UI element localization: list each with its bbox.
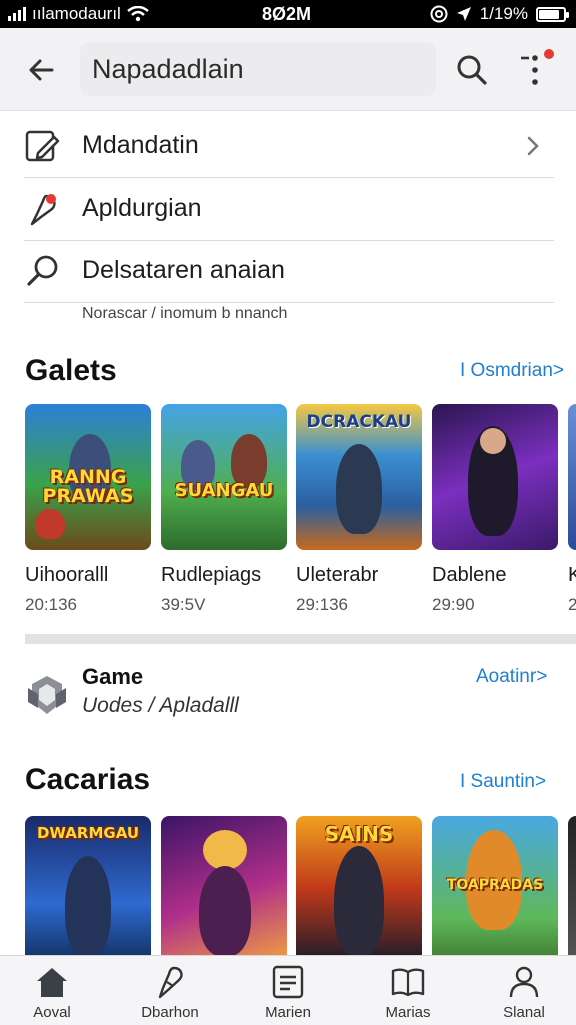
game-card-art: DWARMGAU (25, 816, 151, 962)
game-card[interactable] (161, 816, 287, 962)
game-card[interactable]: TOAPRADAS (432, 816, 558, 962)
nav-label: Slanal (503, 1004, 545, 1021)
game-card-art-title: RANNG PRAWAS (42, 466, 134, 507)
microphone-icon (158, 966, 183, 999)
menu-caption: Norascar / inomum b nnanch (82, 305, 288, 322)
section-link-galets[interactable]: I Osmdrian> (460, 360, 564, 382)
game-item-link[interactable]: Aoatinr> (476, 666, 547, 688)
search-icon[interactable] (454, 52, 490, 88)
menu-item-label: Apldurgian (82, 194, 202, 222)
game-card-art-title: TOAPRADAS (446, 877, 544, 893)
game-card-size: 39:5V (161, 595, 206, 614)
menu-item-mdandatin[interactable]: Mdandatin (24, 115, 554, 178)
game-card-art: DCRACKAU (296, 404, 422, 550)
game-card-size: 29:90 (432, 595, 475, 614)
nav-label: Aoval (33, 1004, 71, 1021)
game-item-title: Game (82, 664, 144, 689)
menu-item-label: Delsataren anaian (82, 256, 285, 284)
nav-label: Marien (265, 1004, 311, 1021)
person-icon (509, 966, 539, 998)
game-card[interactable]: RANNG PRAWAS Uihooralll 20:136 (25, 404, 151, 615)
pin-icon (30, 194, 56, 226)
nav-label: Dbarhon (141, 1004, 199, 1021)
game-card-art-title: SAINS (324, 822, 394, 846)
home-icon (37, 968, 67, 997)
location-arrow-icon (456, 7, 471, 21)
game-card-art (432, 404, 558, 550)
game-card-art: TOAPRADAS (432, 816, 558, 962)
battery-icon (536, 6, 569, 22)
notification-dot (544, 49, 554, 59)
game-card[interactable]: Dablene 29:90 (432, 404, 558, 615)
game-card[interactable]: K 2 (568, 404, 576, 615)
nav-item-dbarhon[interactable]: Dbarhon (120, 964, 220, 1021)
game-card-art (161, 816, 287, 962)
game-card-art-title: SUANGAU (174, 480, 274, 501)
status-bar: ıılamodaurıl 8Ø2M 1/19% (0, 0, 576, 28)
carrier-label: ıılamodaurıl (32, 4, 121, 23)
status-left: ıılamodaurıl (8, 4, 149, 24)
status-right: 1/19% (430, 4, 569, 24)
nav-item-slanal[interactable]: Slanal (474, 964, 574, 1021)
game-card-size: 2 (568, 595, 576, 614)
nav-label: Marias (385, 1004, 431, 1021)
game-card-name: Rudlepiags (161, 564, 262, 586)
game-card-size: 29:136 (296, 595, 348, 614)
game-card-art: SAINS (296, 816, 422, 962)
chevron-right-icon (527, 136, 539, 156)
nav-item-marien[interactable]: Marien (238, 964, 338, 1021)
game-card[interactable]: DWARMGAU (25, 816, 151, 962)
edit-note-icon (25, 130, 60, 162)
game-card-art (568, 404, 576, 550)
game-card-name: Dablene (432, 564, 507, 586)
game-card-name: K (568, 564, 576, 586)
signal-bars-icon (8, 7, 26, 21)
game-item-subtitle: Uodes / Apladalll (82, 694, 239, 717)
game-card[interactable]: DCRACKAU Uleterabr 29:136 (296, 404, 422, 615)
status-time: 8Ø2M (262, 4, 312, 24)
more-vertical-icon[interactable] (515, 46, 555, 94)
game-card-art-title: DCRACKAU (306, 412, 412, 432)
battery-percent: 1/19% (479, 4, 528, 23)
section-divider (25, 634, 576, 644)
game-card-size: 20:136 (25, 595, 77, 614)
wifi-icon (127, 6, 149, 22)
menu-item-delsataren[interactable]: Delsataren anaian (24, 240, 554, 303)
menu-item-apldurgian[interactable]: Apldurgian (24, 178, 554, 241)
game-card-name: Uleterabr (296, 564, 379, 586)
game-card[interactable]: SUANGAU Rudlepiags 39:5V (161, 404, 287, 615)
game-card-art: SUANGAU (161, 404, 287, 550)
nav-item-marias[interactable]: Marias (358, 964, 458, 1021)
at-icon (430, 5, 448, 23)
section-title-galets: Galets (25, 354, 117, 387)
section-link-cacarias[interactable]: I Sauntin> (460, 771, 546, 793)
app-bar: Napadadlain (0, 28, 576, 111)
game-logo-icon (28, 676, 66, 714)
game-list-item[interactable]: Game Uodes / Apladalll Aoatinr> (24, 660, 564, 730)
game-card[interactable] (568, 816, 576, 962)
game-card-art (568, 816, 576, 962)
game-card-art-title: DWARMGAU (36, 824, 140, 842)
nav-item-aoval[interactable]: Aoval (2, 964, 102, 1021)
game-card-name: Uihooralll (25, 564, 109, 586)
menu-item-label: Mdandatin (82, 131, 199, 159)
game-card[interactable]: SAINS (296, 816, 422, 962)
search-icon (27, 255, 58, 286)
list-icon (272, 965, 304, 999)
bottom-nav: Aoval Dbarhon Marien Marias Slanal (0, 955, 576, 1025)
page-title: Napadadlain (92, 54, 244, 84)
section-title-cacarias: Cacarias (25, 763, 151, 796)
game-card-art: RANNG PRAWAS (25, 404, 151, 550)
book-icon (391, 968, 425, 997)
arrow-left-icon[interactable] (22, 50, 62, 90)
